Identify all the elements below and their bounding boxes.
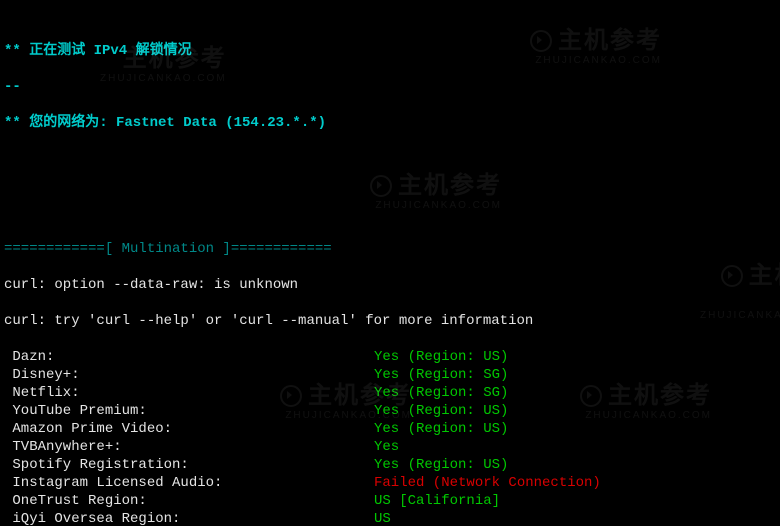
- service-status: Yes: [374, 438, 399, 456]
- service-name: Spotify Registration:: [4, 456, 374, 474]
- terminal: ** 正在测试 IPv4 解锁情况 -- ** 您的网络为: Fastnet D…: [0, 0, 780, 526]
- service-status: Yes (Region: US): [374, 420, 508, 438]
- service-status: Yes (Region: SG): [374, 384, 508, 402]
- service-name: Instagram Licensed Audio:: [4, 474, 374, 492]
- blank-line: [4, 150, 776, 168]
- service-name: YouTube Premium:: [4, 402, 374, 420]
- service-status: Failed (Network Connection): [374, 474, 601, 492]
- blank-line: [4, 186, 776, 204]
- service-name: TVBAnywhere+:: [4, 438, 374, 456]
- service-name: Amazon Prime Video:: [4, 420, 374, 438]
- service-row: iQyi Oversea Region:US: [4, 510, 776, 526]
- service-row: YouTube Premium:Yes (Region: US): [4, 402, 776, 420]
- service-row: Amazon Prime Video:Yes (Region: US): [4, 420, 776, 438]
- services-list: Dazn:Yes (Region: US) Disney+:Yes (Regio…: [4, 348, 776, 526]
- service-name: Disney+:: [4, 366, 374, 384]
- service-row: Spotify Registration:Yes (Region: US): [4, 456, 776, 474]
- curl-hint: curl: try 'curl --help' or 'curl --manua…: [4, 312, 776, 330]
- curl-error: curl: option --data-raw: is unknown: [4, 276, 776, 294]
- service-row: Instagram Licensed Audio:Failed (Network…: [4, 474, 776, 492]
- service-row: Disney+:Yes (Region: SG): [4, 366, 776, 384]
- service-status: Yes (Region: US): [374, 456, 508, 474]
- service-status: US [California]: [374, 492, 500, 510]
- service-name: OneTrust Region:: [4, 492, 374, 510]
- service-row: Netflix:Yes (Region: SG): [4, 384, 776, 402]
- status-dashes: --: [4, 78, 776, 96]
- service-status: Yes (Region: SG): [374, 366, 508, 384]
- service-name: iQyi Oversea Region:: [4, 510, 374, 526]
- service-row: OneTrust Region:US [California]: [4, 492, 776, 510]
- service-name: Netflix:: [4, 384, 374, 402]
- service-name: Dazn:: [4, 348, 374, 366]
- service-status: US: [374, 510, 391, 526]
- section-multination-divider: ============[ Multination ]============: [4, 240, 776, 258]
- service-status: Yes (Region: US): [374, 348, 508, 366]
- status-network: ** 您的网络为: Fastnet Data (154.23.*.*): [4, 114, 776, 132]
- service-status: Yes (Region: US): [374, 402, 508, 420]
- service-row: TVBAnywhere+:Yes: [4, 438, 776, 456]
- status-testing: ** 正在测试 IPv4 解锁情况: [4, 42, 776, 60]
- service-row: Dazn:Yes (Region: US): [4, 348, 776, 366]
